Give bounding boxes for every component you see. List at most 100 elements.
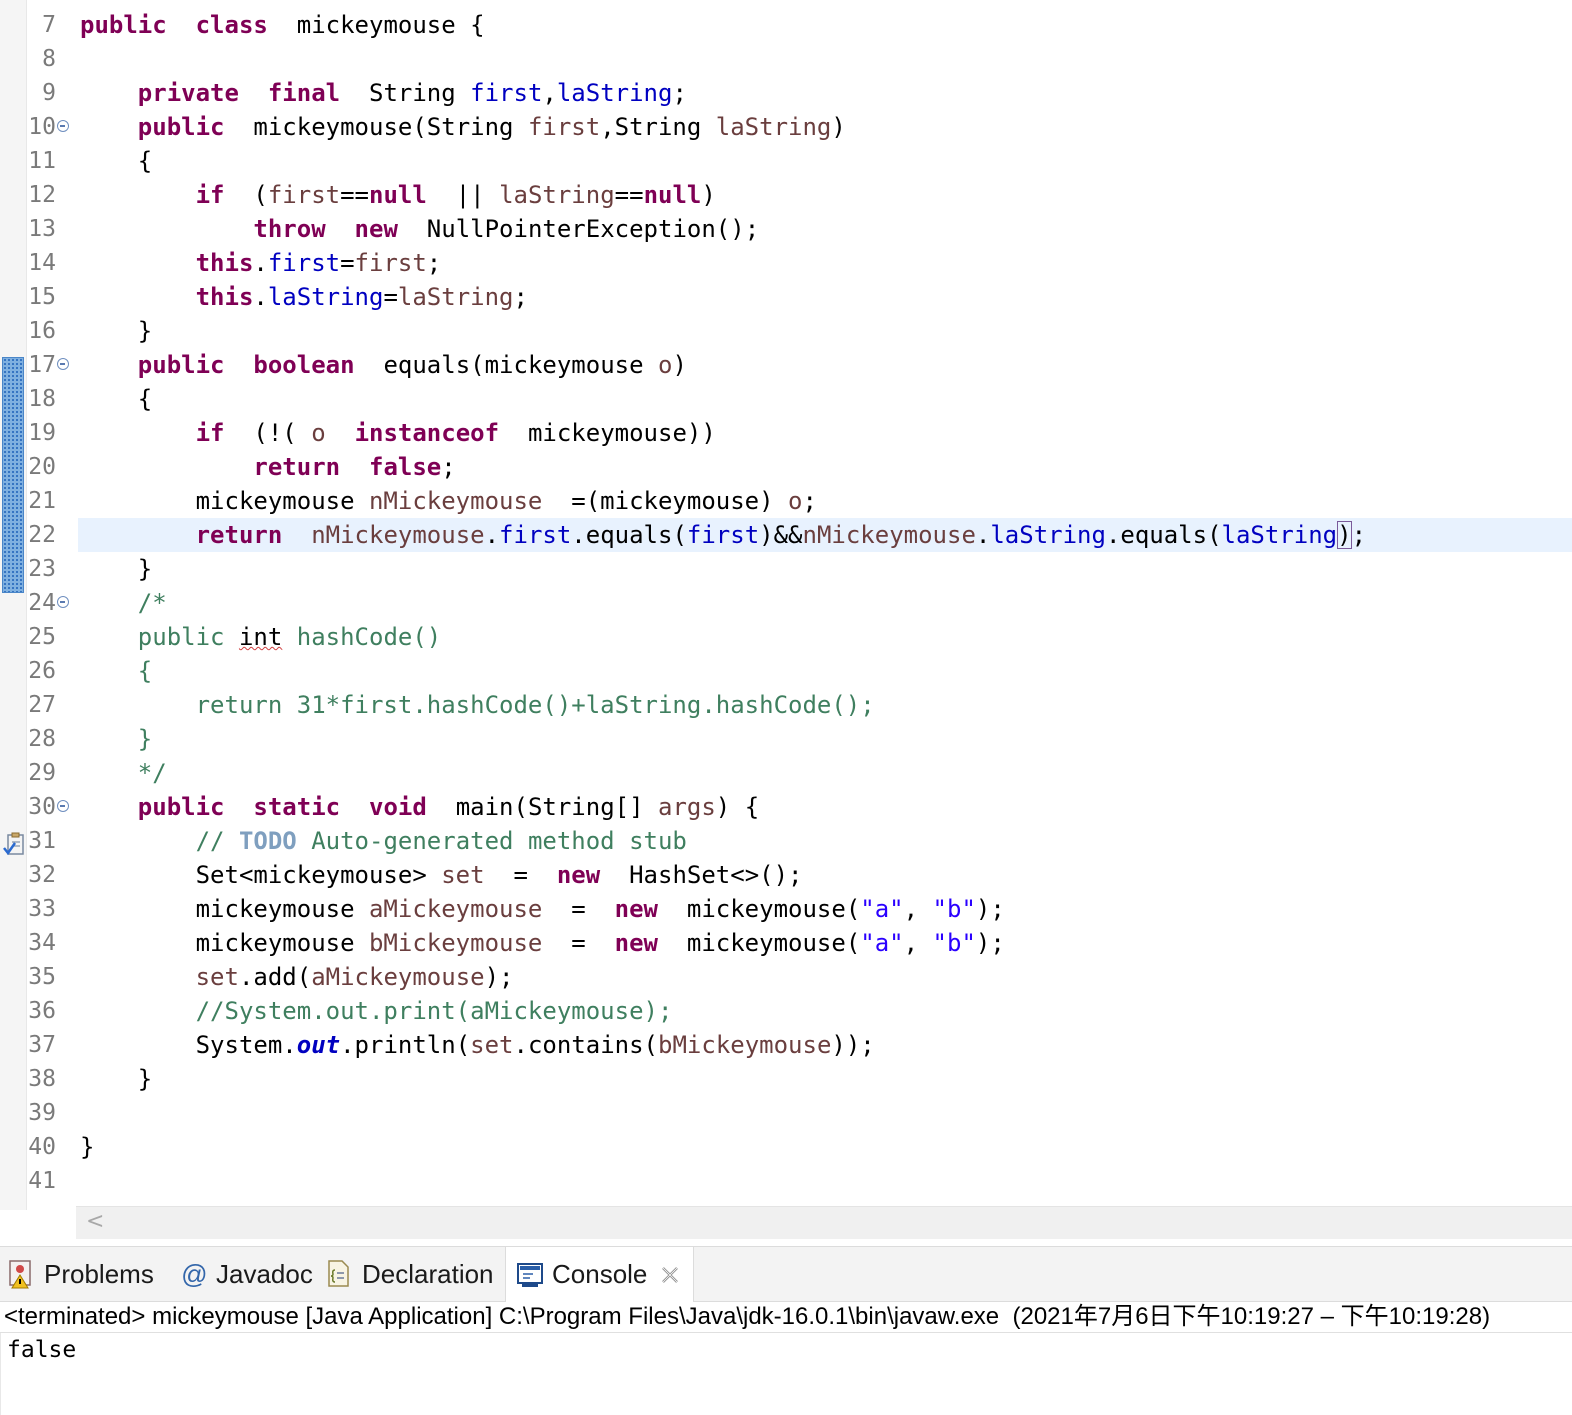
code-token: String [340, 79, 471, 107]
code-line[interactable]: ​ [80, 42, 1572, 76]
code-token: , [903, 895, 933, 923]
code-token: nMickeymouse [802, 521, 976, 549]
code-token: o [658, 351, 673, 379]
code-line[interactable]: mickeymouse nMickeymouse =(mickeymouse) … [80, 484, 1572, 518]
line-number: 10 [28, 114, 56, 140]
horizontal-scrollbar[interactable]: < [76, 1206, 1572, 1239]
code-line[interactable]: */ [80, 756, 1572, 790]
gutter-row: 12 [0, 178, 76, 212]
scroll-left-arrow[interactable]: < [86, 1209, 104, 1234]
code-token: mickeymouse { [267, 11, 485, 39]
code-token: .add( [238, 963, 312, 991]
code-line[interactable]: public static void main(String[] args) { [80, 790, 1572, 824]
line-number: 38 [28, 1066, 56, 1092]
tab-problems[interactable]: Problems [8, 1247, 154, 1301]
code-editor[interactable]: 6 7 8 9 10 11 12 13 14 15 16 17 18 19 20 21 22 23 24 25 26 27… [0, 0, 1572, 1240]
code-line[interactable]: set.add(aMickeymouse); [80, 960, 1572, 994]
fold-collapse-icon[interactable] [57, 120, 69, 132]
code-line[interactable]: //System.out.print(aMickeymouse); [80, 994, 1572, 1028]
code-token: ; [441, 453, 456, 481]
code-line[interactable]: } [80, 1130, 1572, 1164]
code-line[interactable]: ​ [80, 0, 1572, 8]
line-number: 31 [28, 828, 56, 854]
code-token: first [354, 249, 427, 277]
tab-console[interactable]: Console [505, 1247, 695, 1302]
code-line[interactable]: // TODO Auto-generated method stub [80, 824, 1572, 858]
tab-declaration[interactable]: Declaration [326, 1247, 494, 1301]
code-line[interactable]: throw new NullPointerException(); [80, 212, 1572, 246]
code-line[interactable]: ​ [80, 1164, 1572, 1198]
declaration-icon [326, 1259, 354, 1289]
line-number: 17 [28, 352, 56, 378]
code-line[interactable]: private final String first,laString; [80, 76, 1572, 110]
fold-collapse-icon[interactable] [57, 800, 69, 812]
code-line[interactable]: { [80, 654, 1572, 688]
code-token: nMickeymouse [311, 521, 485, 549]
code-line[interactable]: if (first==null || laString==null) [80, 178, 1572, 212]
code-token: throw [253, 215, 326, 243]
problems-icon [8, 1259, 36, 1289]
line-number: 34 [28, 930, 56, 956]
close-icon[interactable] [659, 1264, 681, 1286]
code-token: bMickeymouse [658, 1031, 832, 1059]
code-token: static [253, 793, 341, 821]
code-token: if [195, 419, 225, 447]
code-line[interactable]: } [80, 722, 1572, 756]
code-token: ) [1337, 521, 1352, 549]
code-line[interactable]: return 31*first.hashCode()+laString.hash… [80, 688, 1572, 722]
fold-collapse-icon[interactable] [57, 358, 69, 370]
code-token: private [137, 79, 239, 107]
code-line[interactable]: this.first=first; [80, 246, 1572, 280]
code-line[interactable]: public mickeymouse(String first,String l… [80, 110, 1572, 144]
line-number: 13 [28, 216, 56, 242]
code-token: // [195, 827, 239, 855]
code-line[interactable]: mickeymouse aMickeymouse = new mickeymou… [80, 892, 1572, 926]
code-line[interactable]: } [80, 552, 1572, 586]
code-line[interactable]: public boolean equals(mickeymouse o) [80, 348, 1572, 382]
code-token: . [253, 249, 268, 277]
line-number: 21 [28, 488, 56, 514]
code-token: this [195, 283, 254, 311]
code-line[interactable]: if (!( o instanceof mickeymouse)) [80, 416, 1572, 450]
line-number: 6 [26, 0, 56, 8]
current-code-line[interactable]: return nMickeymouse.first.equals(first)&… [78, 518, 1572, 552]
code-line[interactable]: this.laString=laString; [80, 280, 1572, 314]
code-token: first [267, 249, 341, 277]
line-number: 29 [28, 760, 56, 786]
tab-problems-label: Problems [44, 1258, 154, 1289]
line-number: 27 [28, 692, 56, 718]
fold-collapse-icon[interactable] [57, 596, 69, 608]
code-line[interactable]: mickeymouse bMickeymouse = new mickeymou… [80, 926, 1572, 960]
code-token: set [470, 1031, 514, 1059]
code-line[interactable]: System.out.println(set.contains(bMickeym… [80, 1028, 1572, 1062]
tab-javadoc[interactable]: @ Javadoc [180, 1247, 313, 1301]
code-line[interactable]: } [80, 314, 1572, 348]
gutter-row: 37 [0, 1028, 76, 1062]
line-number: 8 [42, 46, 56, 72]
code-line[interactable]: ​ [80, 1096, 1572, 1130]
code-line[interactable]: } [80, 1062, 1572, 1096]
code-token: mickeymouse [80, 487, 369, 515]
console-status-line: <terminated> mickeymouse [Java Applicati… [0, 1301, 1572, 1333]
code-token: public [137, 113, 225, 141]
code-line[interactable]: return false; [80, 450, 1572, 484]
code-token: || [426, 181, 500, 209]
code-token: "a" [860, 929, 904, 957]
tab-console-label: Console [552, 1259, 648, 1289]
code-line[interactable]: { [80, 144, 1572, 178]
code-token: Set<mickeymouse> [80, 861, 442, 889]
code-line[interactable]: /* [80, 586, 1572, 620]
console-output[interactable]: false [0, 1333, 1572, 1415]
code-line[interactable]: { [80, 382, 1572, 416]
tab-declaration-label: Declaration [362, 1258, 494, 1289]
code-line[interactable]: Set<mickeymouse> set = new HashSet<>(); [80, 858, 1572, 892]
code-token: first [686, 521, 760, 549]
code-line[interactable]: public int hashCode() [80, 620, 1572, 654]
code-area[interactable]: ​public class mickeymouse {​ private fin… [78, 0, 1572, 1198]
code-token: ; [1351, 521, 1367, 549]
line-number: 35 [28, 964, 56, 990]
code-line[interactable]: public class mickeymouse { [80, 8, 1572, 42]
